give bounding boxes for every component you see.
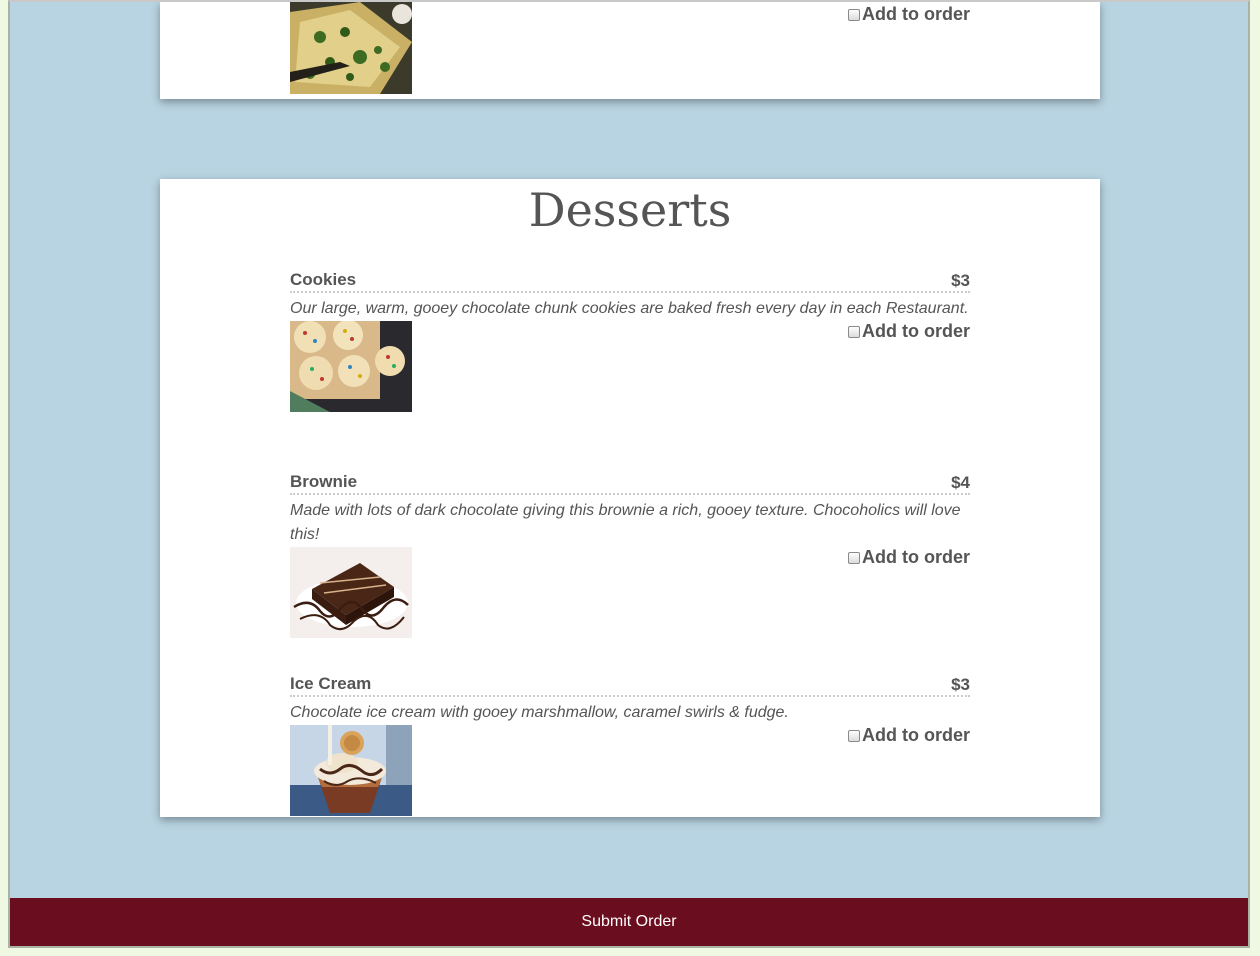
item-price: $3 [951,271,970,290]
item-price: $3 [951,675,970,694]
menu-page: Add to order Desserts Cookies $3 Our lar… [8,0,1250,948]
add-to-order-label[interactable]: Add to order [862,4,970,25]
menu-item-cookies: Cookies $3 Our large, warm, gooey chocol… [290,269,970,412]
item-name: Brownie [290,472,358,491]
item-description: Made with lots of dark chocolate giving … [290,502,961,543]
add-to-order-checkbox[interactable] [848,551,860,564]
item-body: Add to order [290,321,970,412]
add-to-order-option[interactable]: Add to order [848,725,970,746]
add-to-order-option[interactable]: Add to order [848,547,970,568]
add-to-order-label[interactable]: Add to order [862,725,970,746]
menu-item-brownie: Brownie $4 Made with lots of dark chocol… [290,471,970,638]
item-body: Add to order [290,547,970,638]
item-header: Ice Cream $3 [290,673,970,697]
add-to-order-label[interactable]: Add to order [862,321,970,342]
item-description: Chocolate ice cream with gooey marshmall… [290,704,789,721]
brownie-photo [290,547,412,638]
item-name: Cookies [290,270,357,289]
add-to-order-option[interactable]: Add to order [848,321,970,342]
submit-order-button[interactable]: Submit Order [10,898,1248,946]
cookies-photo [290,321,412,412]
add-to-order-checkbox[interactable] [848,325,860,338]
ice-cream-photo [290,725,412,816]
section-title: Desserts [528,183,732,237]
item-header: Cookies $3 [290,269,970,293]
item-body: Add to order [290,725,970,816]
add-to-order-label[interactable]: Add to order [862,547,970,568]
desserts-section-card: Desserts Cookies $3 Our large, warm, goo… [160,179,1100,817]
previous-section-card: Add to order [160,2,1100,99]
garlic-bread-photo [290,2,412,94]
item-name: Ice Cream [290,674,372,693]
item-header: Brownie $4 [290,471,970,495]
add-to-order-checkbox[interactable] [848,8,860,21]
item-price: $4 [951,473,970,492]
add-to-order-checkbox[interactable] [848,729,860,742]
menu-item-ice-cream: Ice Cream $3 Chocolate ice cream with go… [290,673,970,816]
item-description: Our large, warm, gooey chocolate chunk c… [290,300,969,317]
add-to-order-option[interactable]: Add to order [848,4,970,25]
